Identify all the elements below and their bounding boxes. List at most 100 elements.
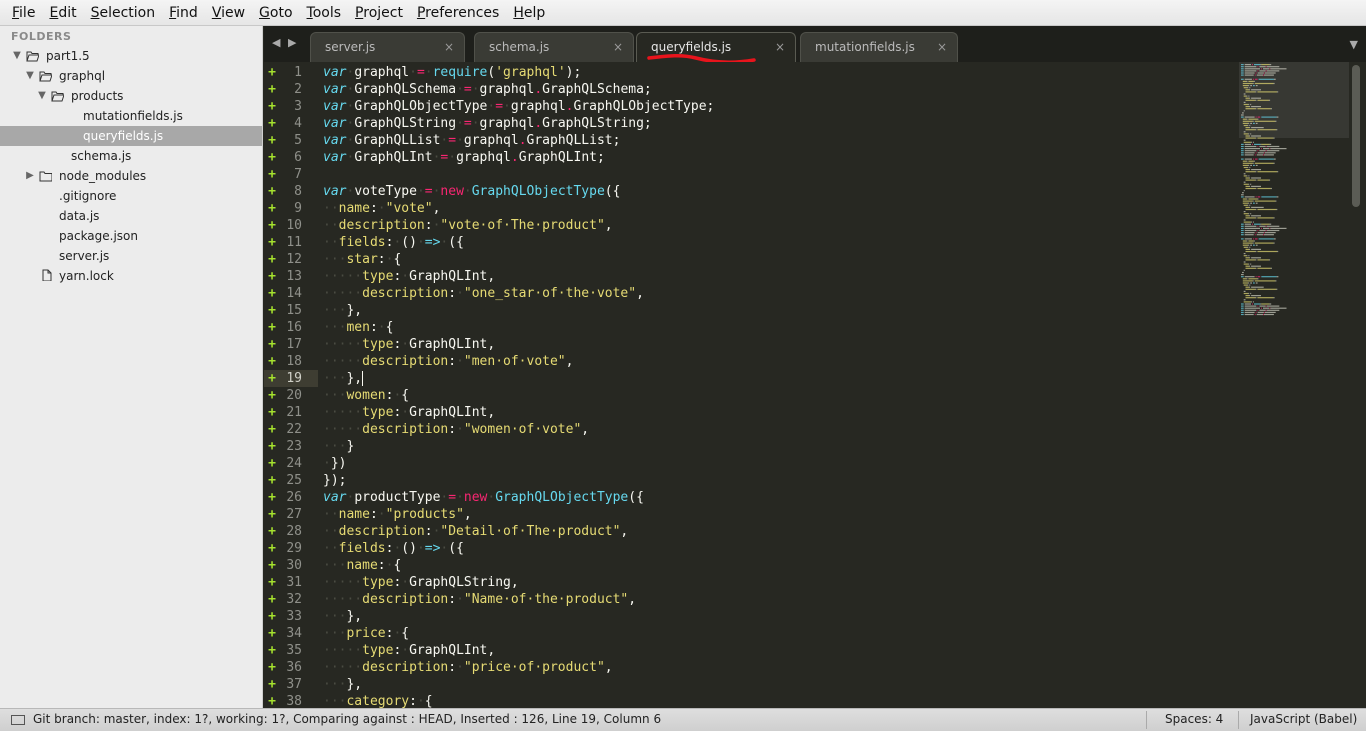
code-line[interactable]: +14 ·····description:·"one_star·of·the·vo…: [264, 285, 1239, 302]
code-line[interactable]: +11 ··fields:·()·=>·({: [264, 234, 1239, 251]
close-icon[interactable]: ×: [444, 40, 454, 54]
tree-file[interactable]: .gitignore: [0, 186, 262, 206]
line-number: 12: [286, 252, 302, 267]
close-icon[interactable]: ×: [613, 40, 623, 54]
line-number: 26: [286, 490, 302, 505]
code-editor[interactable]: +1 var·graphql·=·require('graphql'); +2 var…: [264, 62, 1366, 708]
folders-heading: FOLDERS: [11, 30, 72, 43]
menu-selection[interactable]: Selection: [83, 0, 162, 26]
panel-toggle-icon[interactable]: [11, 715, 25, 725]
git-added-marker-icon: +: [268, 575, 276, 590]
tab-schema[interactable]: schema.js ×: [474, 32, 634, 62]
menu-help[interactable]: Help: [505, 0, 551, 26]
code-line[interactable]: +5 var·GraphQLList·=·graphql.GraphQLList;: [264, 132, 1239, 149]
code-line[interactable]: +34 ···price:·{: [264, 625, 1239, 642]
close-icon[interactable]: ×: [775, 40, 785, 54]
code-line[interactable]: +20 ···women:·{: [264, 387, 1239, 404]
line-number: 36: [286, 660, 302, 675]
tree-item-label: .gitignore: [59, 189, 117, 203]
tree-folder-node_modules[interactable]: ▶ node_modules: [0, 166, 262, 186]
code-line[interactable]: +9 ··name:·"vote",: [264, 200, 1239, 217]
code-line[interactable]: +12 ···star:·{: [264, 251, 1239, 268]
tab-overflow-icon[interactable]: ▼: [1350, 38, 1358, 51]
menu-view[interactable]: View: [204, 0, 251, 26]
code-text: ···star:·{: [323, 252, 402, 267]
code-line[interactable]: +2 var·GraphQLSchema·=·graphql.GraphQLSch…: [264, 81, 1239, 98]
menu-project[interactable]: Project: [347, 0, 409, 26]
code-line[interactable]: +38 ···category:·{: [264, 693, 1239, 708]
code-line[interactable]: +27 ··name:·"products",: [264, 506, 1239, 523]
tree-file[interactable]: server.js: [0, 246, 262, 266]
code-line[interactable]: +36 ·····description:·"price·of·product",: [264, 659, 1239, 676]
expanded-arrow-icon[interactable]: ▼: [11, 46, 23, 66]
menu-goto[interactable]: Goto: [251, 0, 298, 26]
code-line[interactable]: +35 ·····type:·GraphQLInt,: [264, 642, 1239, 659]
code-line[interactable]: +37 ···},: [264, 676, 1239, 693]
line-number: 2: [294, 82, 302, 97]
tree-file[interactable]: yarn.lock: [0, 266, 262, 286]
line-number: 32: [286, 592, 302, 607]
git-added-marker-icon: +: [268, 286, 276, 301]
code-line[interactable]: +15 ···},: [264, 302, 1239, 319]
code-line[interactable]: +29 ··fields:·()·=>·({: [264, 540, 1239, 557]
code-line[interactable]: +25});: [264, 472, 1239, 489]
code-line[interactable]: +18 ·····description:·"men·of·vote",: [264, 353, 1239, 370]
tab-scroll-right-icon[interactable]: ▶: [288, 36, 296, 49]
tab-server[interactable]: server.js ×: [310, 32, 465, 62]
tree-folder-graphql[interactable]: ▼ graphql: [0, 66, 262, 86]
menu-file[interactable]: File: [4, 0, 41, 26]
code-line[interactable]: +28 ··description:·"Detail·of·The·product…: [264, 523, 1239, 540]
tree-file[interactable]: package.json: [0, 226, 262, 246]
code-line[interactable]: +8 var·voteType·=·new·GraphQLObjectType({: [264, 183, 1239, 200]
code-line[interactable]: +7: [264, 166, 1239, 183]
menu-edit[interactable]: Edit: [41, 0, 82, 26]
code-text: ·····description:·"one_star·of·the·vote"…: [323, 286, 644, 301]
menu-tools[interactable]: Tools: [299, 0, 348, 26]
git-added-marker-icon: +: [268, 269, 276, 284]
tree-folder-products[interactable]: ▼ products: [0, 86, 262, 106]
collapsed-arrow-icon[interactable]: ▶: [24, 166, 36, 186]
code-line[interactable]: +17 ·····type:·GraphQLInt,: [264, 336, 1239, 353]
code-text: ···women:·{: [323, 388, 410, 403]
vertical-scrollbar-thumb[interactable]: [1352, 65, 1360, 207]
code-text: ···}: [323, 439, 355, 454]
tree-file[interactable]: queryfields.js: [0, 126, 262, 146]
code-line[interactable]: +10 ··description:·"vote·of·The·product",: [264, 217, 1239, 234]
tree-file[interactable]: mutationfields.js: [0, 106, 262, 126]
line-number: 20: [286, 388, 302, 403]
close-icon[interactable]: ×: [937, 40, 947, 54]
code-line[interactable]: +30 ···name:·{: [264, 557, 1239, 574]
menu-preferences[interactable]: Preferences: [409, 0, 505, 26]
code-line[interactable]: +24 ·}): [264, 455, 1239, 472]
minimap[interactable]: [1239, 62, 1349, 322]
expanded-arrow-icon[interactable]: ▼: [24, 66, 36, 86]
tab-mutationfields[interactable]: mutationfields.js ×: [800, 32, 958, 62]
menu-find[interactable]: Find: [161, 0, 204, 26]
expanded-arrow-icon[interactable]: ▼: [36, 86, 48, 106]
code-line[interactable]: +3 var·GraphQLObjectType·=·graphql.GraphQ…: [264, 98, 1239, 115]
tab-scroll-left-icon[interactable]: ◀: [272, 36, 280, 49]
line-number: 29: [286, 541, 302, 556]
code-line[interactable]: +19 ···},: [264, 370, 1239, 387]
tree-folder-part1.5[interactable]: ▼ part1.5: [0, 46, 262, 66]
tree-item-label: graphql: [59, 69, 106, 83]
code-line[interactable]: +13 ·····type:·GraphQLInt,: [264, 268, 1239, 285]
code-line[interactable]: +1 var·graphql·=·require('graphql');: [264, 64, 1239, 81]
code-line[interactable]: +31 ·····type:·GraphQLString,: [264, 574, 1239, 591]
code-line[interactable]: +23 ···}: [264, 438, 1239, 455]
code-line[interactable]: +6 var·GraphQLInt·=·graphql.GraphQLInt;: [264, 149, 1239, 166]
tree-file[interactable]: schema.js: [0, 146, 262, 166]
syntax-indicator[interactable]: JavaScript (Babel): [1250, 712, 1357, 726]
code-line[interactable]: +21 ·····type:·GraphQLInt,: [264, 404, 1239, 421]
tree-file[interactable]: data.js: [0, 206, 262, 226]
code-line[interactable]: +32 ·····description:·"Name·of·the·produc…: [264, 591, 1239, 608]
line-number: 9: [294, 201, 302, 216]
line-number: 27: [286, 507, 302, 522]
code-line[interactable]: +33 ···},: [264, 608, 1239, 625]
code-text: ···men:·{: [323, 320, 394, 335]
code-line[interactable]: +26 var·productType·=·new·GraphQLObjectTy…: [264, 489, 1239, 506]
indentation-indicator[interactable]: Spaces: 4: [1165, 712, 1223, 726]
code-line[interactable]: +16 ···men:·{: [264, 319, 1239, 336]
code-line[interactable]: +4 var·GraphQLString·=·graphql.GraphQLStr…: [264, 115, 1239, 132]
code-line[interactable]: +22 ·····description:·"women·of·vote",: [264, 421, 1239, 438]
